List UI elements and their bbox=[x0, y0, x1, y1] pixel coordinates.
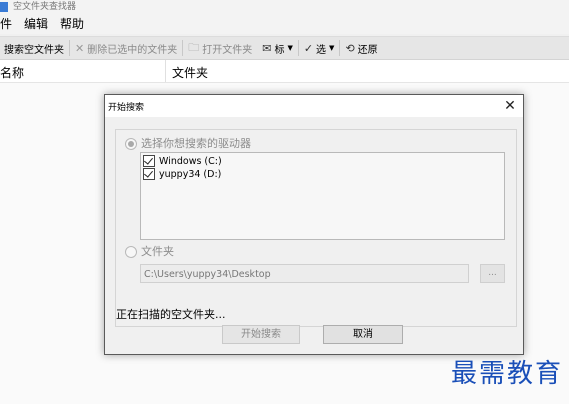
folder-radio-label: 文件夹 bbox=[141, 245, 174, 258]
drive-d-label: yuppy34 (D:) bbox=[159, 168, 222, 180]
cancel-button[interactable]: 取消 bbox=[323, 325, 403, 344]
dialog-title: 开始搜索 bbox=[108, 103, 145, 113]
menu-edit[interactable]: 编辑 bbox=[18, 14, 54, 34]
column-folder-header[interactable]: 文件夹 bbox=[172, 64, 208, 81]
column-name-header[interactable]: 名称 bbox=[0, 64, 24, 81]
start-search-dialog: 开始搜索 ✕ 选择你想搜索的驱动器 Windows (C:) yuppy34 (… bbox=[104, 94, 524, 355]
menu-help[interactable]: 帮助 bbox=[54, 14, 90, 34]
open-folder-label: 打开文件夹 bbox=[202, 44, 253, 56]
drive-item-d[interactable]: yuppy34 (D:) bbox=[143, 168, 221, 180]
browse-button[interactable]: ... bbox=[480, 264, 505, 283]
column-divider[interactable] bbox=[165, 60, 166, 82]
scan-status: 正在扫描的空文件夹... bbox=[116, 308, 226, 321]
restore-button[interactable]: ⟲ 还原 bbox=[340, 38, 382, 58]
chevron-down-icon: ▼ bbox=[287, 44, 293, 52]
mark-dropdown-button[interactable]: ✉ 标 ▼ bbox=[257, 38, 298, 58]
menu-bar: 件 编辑 帮助 bbox=[0, 14, 569, 34]
menu-file[interactable]: 件 bbox=[0, 14, 18, 34]
drive-c-label: Windows (C:) bbox=[159, 155, 222, 167]
open-folder-button[interactable]: 🗀 打开文件夹 bbox=[183, 38, 257, 58]
title-bar: 空文件夹查找器 bbox=[0, 0, 569, 14]
delete-selected-button[interactable]: ✕ 删除已选中的文件夹 bbox=[70, 38, 182, 58]
search-empty-folders-label: 搜索空文件夹 bbox=[4, 44, 64, 56]
folder-radio[interactable] bbox=[125, 246, 137, 258]
toolbar: 搜索空文件夹 ✕ 删除已选中的文件夹 🗀 打开文件夹 ✉ 标 ▼ ✓ 选 ▼ ⟲… bbox=[0, 36, 569, 60]
app-icon bbox=[0, 2, 8, 12]
drive-list: Windows (C:) yuppy34 (D:) bbox=[140, 152, 505, 240]
restore-icon: ⟲ bbox=[345, 41, 355, 55]
folder-open-icon: 🗀 bbox=[188, 40, 200, 54]
mark-label: 标 bbox=[274, 44, 285, 56]
column-header: 名称 文件夹 bbox=[0, 60, 569, 83]
app-title: 空文件夹查找器 bbox=[13, 2, 77, 12]
checkmark-icon: ✓ bbox=[303, 41, 314, 55]
close-icon[interactable]: ✕ bbox=[501, 96, 519, 116]
app-window: 空文件夹查找器 件 编辑 帮助 搜索空文件夹 ✕ 删除已选中的文件夹 🗀 打开文… bbox=[0, 0, 569, 404]
select-label: 选 bbox=[316, 44, 327, 56]
dialog-title-bar: 开始搜索 ✕ bbox=[105, 95, 523, 117]
delete-selected-label: 删除已选中的文件夹 bbox=[87, 44, 178, 56]
search-empty-folders-button[interactable]: 搜索空文件夹 bbox=[0, 38, 69, 58]
chevron-down-icon: ▼ bbox=[329, 44, 335, 52]
select-dropdown-button[interactable]: ✓ 选 ▼ bbox=[299, 38, 340, 58]
restore-label: 还原 bbox=[357, 44, 378, 56]
close-x-icon: ✕ bbox=[75, 41, 85, 55]
watermark-logo: 最需教育 bbox=[450, 359, 563, 389]
drives-radio[interactable] bbox=[125, 138, 137, 150]
start-search-button[interactable]: 开始搜索 bbox=[222, 325, 300, 344]
drive-c-checkbox[interactable] bbox=[143, 155, 155, 167]
folder-path-field[interactable]: C:\Users\yuppy34\Desktop bbox=[140, 264, 469, 283]
drive-d-checkbox[interactable] bbox=[143, 168, 155, 180]
mark-icon: ✉ bbox=[262, 41, 272, 55]
drives-radio-label: 选择你想搜索的驱动器 bbox=[141, 137, 251, 150]
drive-item-c[interactable]: Windows (C:) bbox=[143, 155, 222, 167]
